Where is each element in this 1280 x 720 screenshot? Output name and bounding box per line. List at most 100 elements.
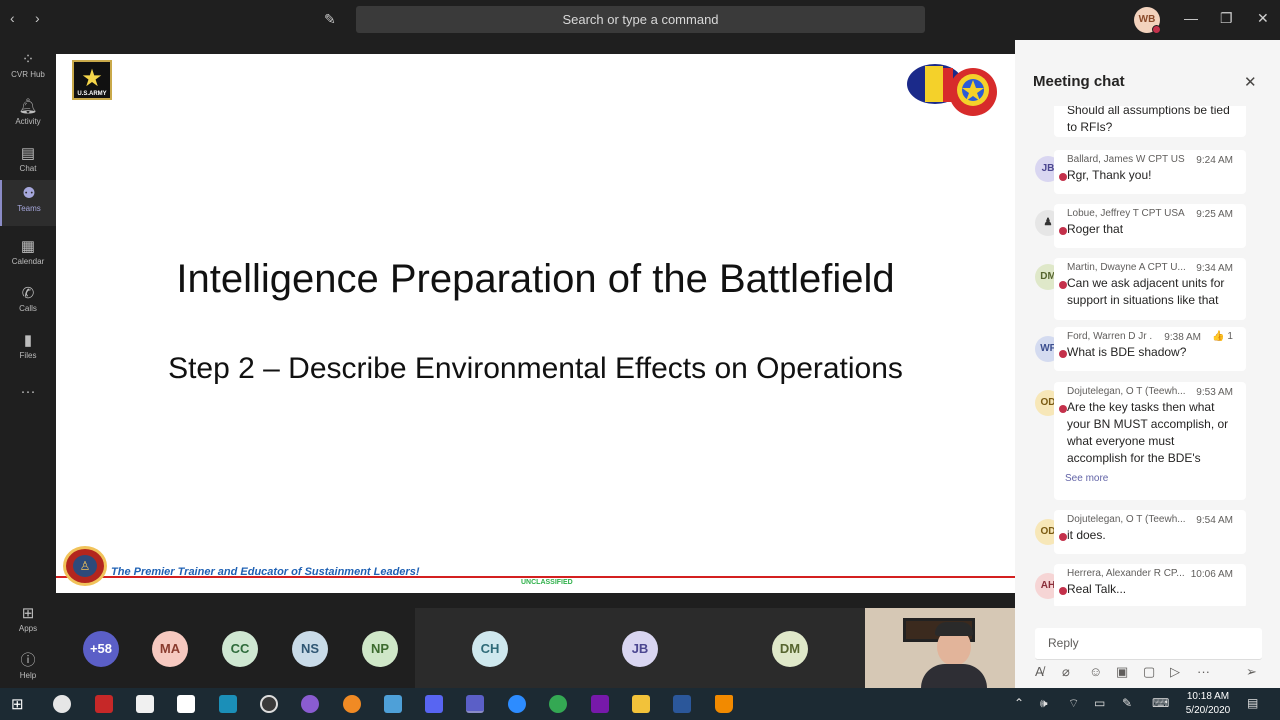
chat-message: Martin, Dwayne A CPT U... 9:34 AM Can we… [1054, 258, 1246, 320]
participant-avatar: DM [772, 631, 808, 667]
compose-icon[interactable]: ✎ [324, 11, 336, 28]
chat-title: Meeting chat [1033, 73, 1125, 90]
self-video-tile[interactable] [865, 608, 1015, 688]
notepad-icon[interactable] [177, 695, 195, 713]
title-bar: ‹ › ✎ Search or type a command WB — ❐ ✕ [0, 0, 1280, 40]
participant-avatar: JB [622, 631, 658, 667]
chrome-icon[interactable] [549, 695, 567, 713]
cvr-hub-icon: ⁘ [21, 51, 35, 68]
slide-title: Intelligence Preparation of the Battlefi… [176, 257, 895, 301]
participant-tile[interactable]: JB [565, 608, 715, 688]
ellipsis-icon: ··· [20, 383, 36, 400]
classification-label: UNCLASSIFIED [521, 579, 573, 586]
participant-avatar: NP [362, 631, 398, 667]
rail-item-help[interactable]: ⓘ Help [0, 647, 56, 693]
keyboard-icon[interactable]: ⌨ [1152, 696, 1169, 710]
emoji-icon[interactable]: ☺ [1089, 664, 1102, 679]
onenote-icon[interactable] [591, 695, 609, 713]
lamp-icon: ♙ [73, 555, 97, 577]
participant-avatar: NS [292, 631, 328, 667]
minimize-icon[interactable]: — [1184, 10, 1198, 26]
send-icon[interactable]: ➢ [1246, 664, 1257, 680]
word-icon[interactable] [673, 695, 691, 713]
vlc-icon[interactable] [715, 695, 733, 713]
maximize-icon[interactable]: ❐ [1220, 10, 1233, 27]
itunes-icon[interactable] [53, 695, 71, 713]
unread-dot [1059, 173, 1067, 181]
chevron-right-icon[interactable]: › [35, 10, 40, 26]
taskbar: ⊞ ⌃ 🕪︎ ⌔ ▭ ✎ ⌨ 10:18 AM 5/20/2020 ▤ [0, 688, 1280, 720]
participant-avatar: CC [222, 631, 258, 667]
attach-icon[interactable]: ⌀ [1062, 664, 1070, 680]
like-reaction[interactable]: 👍 1 [1212, 331, 1233, 342]
school-seal-logo: ♙ [63, 546, 107, 586]
unit-crest-logo [907, 64, 997, 116]
app-icon[interactable] [301, 695, 319, 713]
reply-input[interactable]: Reply [1035, 628, 1262, 660]
rail-item-files[interactable]: ▮ Files [0, 327, 56, 373]
obs-icon[interactable] [260, 695, 278, 713]
windows-start-icon[interactable]: ⊞ [11, 695, 24, 713]
rail-item-apps[interactable]: ⊞ Apps [0, 600, 56, 646]
see-more-link[interactable]: See more [1065, 473, 1234, 484]
app-rail: ⁘ CVR Hub 🔔︎ Activity ▤ Chat ⚉ Teams ▦ C… [0, 40, 56, 690]
status-badge [1152, 25, 1161, 34]
format-icon[interactable]: A̸ [1035, 664, 1044, 679]
participant-tile[interactable]: DM [715, 608, 865, 688]
teams-icon: ⚉ [22, 185, 36, 202]
volume-icon[interactable]: 🕪︎ [1040, 696, 1048, 711]
slide-subtitle: Step 2 – Describe Environmental Effects … [168, 352, 903, 385]
discord-icon[interactable] [425, 695, 443, 713]
rail-item-teams[interactable]: ⚉ Teams [0, 180, 56, 226]
army-logo: ★ U.S.ARMY [72, 60, 112, 100]
rail-item-calls[interactable]: ✆ Calls [0, 280, 56, 326]
star-icon: ★ [81, 65, 103, 92]
phone-icon: ✆ [21, 285, 35, 302]
chat-message: Herrera, Alexander R CP... 10:06 AM Real… [1054, 564, 1246, 606]
unread-dot [1059, 350, 1067, 358]
unread-dot [1059, 227, 1067, 235]
bell-icon: 🔔︎ [18, 98, 38, 115]
rail-item-calendar[interactable]: ▦ Calendar [0, 233, 56, 279]
close-icon[interactable]: ✕ [1257, 10, 1269, 27]
chevron-left-icon[interactable]: ‹ [10, 10, 15, 26]
app-icon[interactable] [384, 695, 402, 713]
slide-tagline: The Premier Trainer and Educator of Sust… [111, 566, 420, 578]
help-icon: ⓘ [20, 652, 36, 669]
chevron-up-icon[interactable]: ⌃ [1014, 696, 1024, 710]
meet-icon[interactable]: ▷ [1170, 664, 1180, 680]
meeting-chat-panel: Meeting chat ✕ Should all assumptions be… [1015, 40, 1280, 690]
calculator-icon[interactable] [136, 695, 154, 713]
apps-icon: ⊞ [21, 605, 35, 622]
teams-taskbar-icon[interactable] [466, 695, 484, 713]
blender-icon[interactable] [343, 695, 361, 713]
chat-message: Should all assumptions be tied to RFIs? [1054, 106, 1246, 137]
participant-tile[interactable]: CH [415, 608, 565, 688]
unread-dot [1059, 281, 1067, 289]
participant-avatar: MA [152, 631, 188, 667]
shared-slide: ★ U.S.ARMY Intelligence Preparation of t… [56, 54, 1015, 593]
close-icon[interactable]: ✕ [1244, 73, 1257, 91]
zoom-icon[interactable] [508, 695, 526, 713]
chat-message-list[interactable]: Should all assumptions be tied to RFIs? … [1015, 106, 1280, 606]
system-clock[interactable]: 10:18 AM 5/20/2020 [1176, 690, 1240, 718]
app-icon[interactable] [95, 695, 113, 713]
app-icon[interactable] [219, 695, 237, 713]
gif-icon[interactable]: ▣ [1116, 664, 1128, 680]
search-input[interactable]: Search or type a command [356, 6, 925, 33]
notification-icon[interactable]: ▤ [1247, 696, 1258, 710]
participant-avatar: CH [472, 631, 508, 667]
wifi-icon[interactable]: ⌔ [1068, 696, 1079, 711]
sticker-icon[interactable]: ▢ [1143, 664, 1155, 680]
battery-icon[interactable]: ▭ [1094, 696, 1105, 710]
pen-icon[interactable]: ✎ [1122, 696, 1132, 710]
folder-icon[interactable] [632, 695, 650, 713]
compose-toolbar: A̸ ⌀ ☺ ▣ ▢ ▷ ··· ➢ [1035, 664, 1265, 684]
rail-item-cvr-hub[interactable]: ⁘ CVR Hub [0, 46, 56, 92]
chat-message: Dojutelegan, O T (Teewh... 9:53 AM Are t… [1054, 382, 1246, 500]
more-apps-button[interactable]: ··· [0, 378, 56, 424]
more-options-icon[interactable]: ··· [1197, 664, 1210, 679]
rail-item-activity[interactable]: 🔔︎ Activity [0, 93, 56, 139]
overflow-count-badge[interactable]: +58 [83, 631, 119, 667]
chat-message: Ballard, James W CPT US... 9:24 AM Rgr, … [1054, 150, 1246, 194]
